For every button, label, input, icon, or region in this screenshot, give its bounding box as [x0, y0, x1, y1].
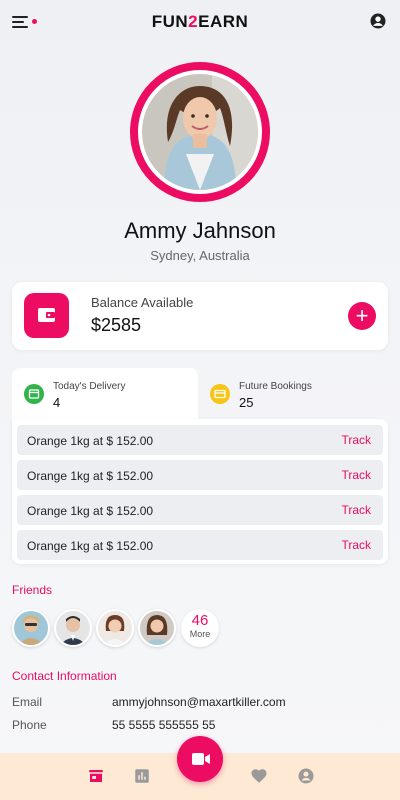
order-row: Orange 1kg at $ 152.00 Track: [17, 460, 383, 490]
profile-avatar[interactable]: [142, 74, 258, 190]
friend-avatar[interactable]: [54, 609, 92, 647]
store-icon[interactable]: [87, 767, 105, 785]
wallet-icon: [24, 293, 69, 338]
order-row: Orange 1kg at $ 152.00 Track: [17, 425, 383, 455]
track-link[interactable]: Track: [341, 433, 371, 447]
user-account-icon[interactable]: [369, 12, 387, 30]
account-icon[interactable]: [297, 767, 315, 785]
track-link[interactable]: Track: [341, 538, 371, 552]
friends-heading: Friends: [12, 583, 53, 597]
track-link[interactable]: Track: [341, 503, 371, 517]
order-description: Orange 1kg at $ 152.00: [27, 434, 154, 448]
profile-avatar-ring: [130, 62, 270, 202]
calendar-icon: [24, 384, 44, 404]
profile-location: Sydney, Australia: [150, 248, 250, 263]
order-description: Orange 1kg at $ 152.00: [27, 504, 154, 518]
phone-label: Phone: [12, 718, 47, 732]
order-description: Orange 1kg at $ 152.00: [27, 469, 154, 483]
tab-title: Future Bookings: [239, 381, 312, 392]
friend-avatar[interactable]: [96, 609, 134, 647]
email-value[interactable]: ammyjohnson@maxartkiller.com: [112, 695, 286, 709]
order-row: Orange 1kg at $ 152.00 Track: [17, 495, 383, 525]
track-link[interactable]: Track: [341, 468, 371, 482]
email-label: Email: [12, 695, 43, 709]
balance-card: Balance Available $2585 +: [12, 282, 388, 350]
add-balance-button[interactable]: +: [348, 302, 376, 330]
balance-value: $2585: [91, 315, 142, 335]
tab-future-bookings[interactable]: Future Bookings 25: [198, 368, 388, 420]
friend-avatar[interactable]: [12, 609, 50, 647]
stats-icon[interactable]: [133, 767, 151, 785]
more-friends-count: 46: [191, 612, 209, 629]
top-bar: FUN2EARN: [0, 0, 400, 44]
heart-icon[interactable]: [250, 767, 268, 785]
more-friends-label: More: [189, 629, 211, 639]
tab-title: Today's Delivery: [53, 381, 126, 392]
order-description: Orange 1kg at $ 152.00: [27, 539, 154, 553]
tab-count: 4: [53, 395, 61, 410]
friend-avatar[interactable]: [138, 609, 176, 647]
video-icon: [192, 753, 210, 765]
more-friends-button[interactable]: 46 More: [181, 609, 219, 647]
balance-label: Balance Available: [91, 295, 194, 310]
card-icon: [210, 384, 230, 404]
video-call-button[interactable]: [177, 736, 223, 782]
tab-todays-delivery[interactable]: Today's Delivery 4: [12, 368, 198, 420]
order-row: Orange 1kg at $ 152.00 Track: [17, 530, 383, 560]
app-logo: FUN2EARN: [151, 12, 249, 31]
delivery-tabs: Today's Delivery 4 Future Bookings 25: [12, 368, 388, 420]
phone-value[interactable]: 55 5555 555555 55: [112, 718, 215, 732]
contact-heading: Contact Information: [12, 669, 117, 683]
profile-name: Ammy Jahnson: [124, 218, 276, 243]
orders-panel: Orange 1kg at $ 152.00 Track Orange 1kg …: [12, 419, 388, 564]
tab-count: 25: [239, 395, 254, 410]
